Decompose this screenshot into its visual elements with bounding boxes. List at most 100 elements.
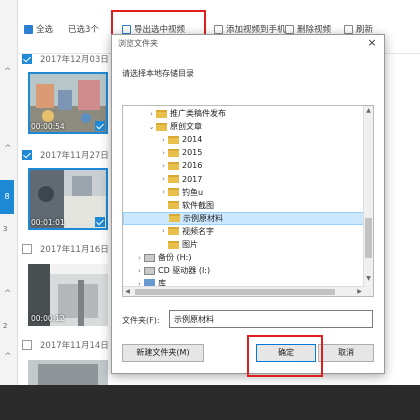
left-rail-marker: 3 [3,225,8,233]
tree-item-label: 图片 [182,240,198,249]
tree-item[interactable]: › 2014 [123,133,365,146]
tree-vertical-scrollbar[interactable]: ▲ ▼ [363,106,373,296]
video-duration: 00:01:01 [31,218,65,227]
tree-item-label: 2015 [182,148,203,158]
cancel-button[interactable]: 取消 [318,344,374,362]
add-to-phone-icon [214,24,223,34]
select-all-label: 全选 [36,25,54,35]
tree-item[interactable]: › 视频名字 [123,225,365,238]
dialog-title: 浏览文件夹 [118,39,158,48]
tree-item-label: 视频名字 [182,226,214,236]
select-all-checkbox-icon [24,24,33,34]
chevron-right-icon[interactable]: › [135,254,144,262]
thumbnail-image [28,360,108,385]
folder-icon [156,122,167,131]
tree-item-label: 钓鱼u [182,187,204,197]
group-checkbox[interactable] [22,150,32,160]
chevron-up-icon[interactable]: ^ [4,290,13,299]
tree-item-label: 原创文章 [170,122,202,132]
tree-item[interactable]: › 钓鱼u [123,186,365,199]
browse-folder-dialog: 浏览文件夹 × 请选择本地存储目录 › 推广类稿件发布 ⌄ 原创文章 › 2014 › 201… [111,34,385,377]
folder-label: 文件夹(F): [122,316,160,325]
folder-icon [168,148,179,157]
video-thumbnail[interactable]: 00:01:01 [28,168,108,230]
tree-item[interactable]: › 备份 (H:) [123,251,365,264]
drive-icon [144,266,155,275]
group-header: 2017年12月03日 [22,52,109,66]
tree-horizontal-scrollbar[interactable]: ◀ ▶ [123,286,365,296]
scroll-up-icon[interactable]: ▲ [364,106,373,116]
chevron-up-icon[interactable]: ^ [4,68,13,77]
folder-field[interactable] [169,310,373,328]
thumbnail-checkbox[interactable] [95,217,105,227]
group-header: 2017年11月16日 [22,242,109,256]
scrollbar-thumb[interactable] [135,289,335,295]
scroll-right-icon[interactable]: ▶ [355,287,364,296]
tree-item[interactable]: 图片 [123,238,365,251]
tree-item-label: 软件截图 [182,200,214,210]
select-all-button[interactable]: 全选 [24,22,53,36]
group-checkbox[interactable] [22,54,32,64]
chevron-down-icon[interactable]: ⌄ [147,123,156,131]
video-duration: 00:00:54 [31,122,65,131]
scroll-left-icon[interactable]: ◀ [123,287,132,296]
group-date: 2017年11月16日 [40,245,109,255]
group-header: 2017年11月14日 [22,338,109,352]
tree-item-label: 备份 (H:) [158,253,192,263]
tree-item-label: 推广类稿件发布 [170,109,226,118]
folder-icon [168,135,179,144]
dialog-prompt: 请选择本地存储目录 [122,69,194,78]
left-rail-marker-text: 8 [4,192,10,201]
chevron-right-icon[interactable]: › [135,267,144,275]
tree-item[interactable]: › 2015 [123,146,365,159]
folder-icon [168,201,179,210]
chevron-right-icon[interactable]: › [159,149,168,157]
tree-item[interactable]: › CD 驱动器 (I:) [123,264,365,277]
chevron-right-icon[interactable]: › [159,188,168,196]
group-date: 2017年11月27日 [40,151,109,161]
scroll-down-icon[interactable]: ▼ [364,274,373,284]
chevron-right-icon[interactable]: › [159,227,168,235]
left-rail: ^ ^ 8 3 ^ 2 ^ [0,0,18,420]
folder-icon [156,109,167,118]
selected-count: 已选3个 [68,22,99,36]
trash-icon [285,24,294,34]
video-thumbnail[interactable] [28,360,108,385]
left-rail-marker: 2 [3,322,8,330]
group-date: 2017年11月14日 [40,341,109,351]
group-date: 2017年12月03日 [40,55,109,65]
group-checkbox[interactable] [22,244,32,254]
folder-icon [168,175,179,183]
group-header: 2017年11月27日 [22,148,109,162]
group-checkbox[interactable] [22,340,32,350]
chevron-right-icon[interactable]: › [159,175,168,183]
tree-item-label: 2017 [182,174,203,184]
tree-item[interactable]: 软件截图 [123,199,365,212]
drive-icon [144,253,155,262]
video-thumbnail[interactable]: 00:00:12 [28,264,108,326]
tree-item[interactable]: ⌄ 原创文章 [123,120,365,133]
thumbnail-checkbox[interactable] [95,121,105,131]
tree-item-label: 示例原材料 [183,213,223,223]
app-window: ^ ^ 8 3 ^ 2 ^ 全选 已选3个 导出选中视频 添加视频到手机 删除视… [0,0,420,420]
chevron-up-icon[interactable]: ^ [4,353,13,362]
left-rail-active-marker[interactable]: 8 [0,180,14,214]
chevron-right-icon[interactable]: › [147,110,156,118]
selected-count-label: 已选3个 [68,25,99,35]
chevron-right-icon[interactable]: › [159,162,168,170]
tree-item-label: 2014 [182,135,203,145]
tree-item[interactable]: › 2017 [123,173,365,186]
tree-item[interactable]: › 2016 [123,159,365,172]
video-duration: 00:00:12 [31,314,65,323]
video-thumbnail[interactable]: 00:00:54 [28,72,108,134]
tree-item[interactable]: › 推广类稿件发布 [123,107,365,120]
tree-item[interactable]: 示例原材料 [123,211,365,225]
close-icon[interactable]: × [366,37,378,49]
scrollbar-thumb[interactable] [365,218,372,258]
folder-tree[interactable]: › 推广类稿件发布 ⌄ 原创文章 › 2014 › 2015 › 2016 › 2017 › 钓鱼u 软件截… [122,105,374,297]
new-folder-button[interactable]: 新建文件夹(M) [122,344,204,362]
folder-icon [168,188,179,197]
chevron-up-icon[interactable]: ^ [4,145,13,154]
chevron-right-icon[interactable]: › [159,136,168,144]
tree-item-label: CD 驱动器 (I:) [158,266,211,276]
